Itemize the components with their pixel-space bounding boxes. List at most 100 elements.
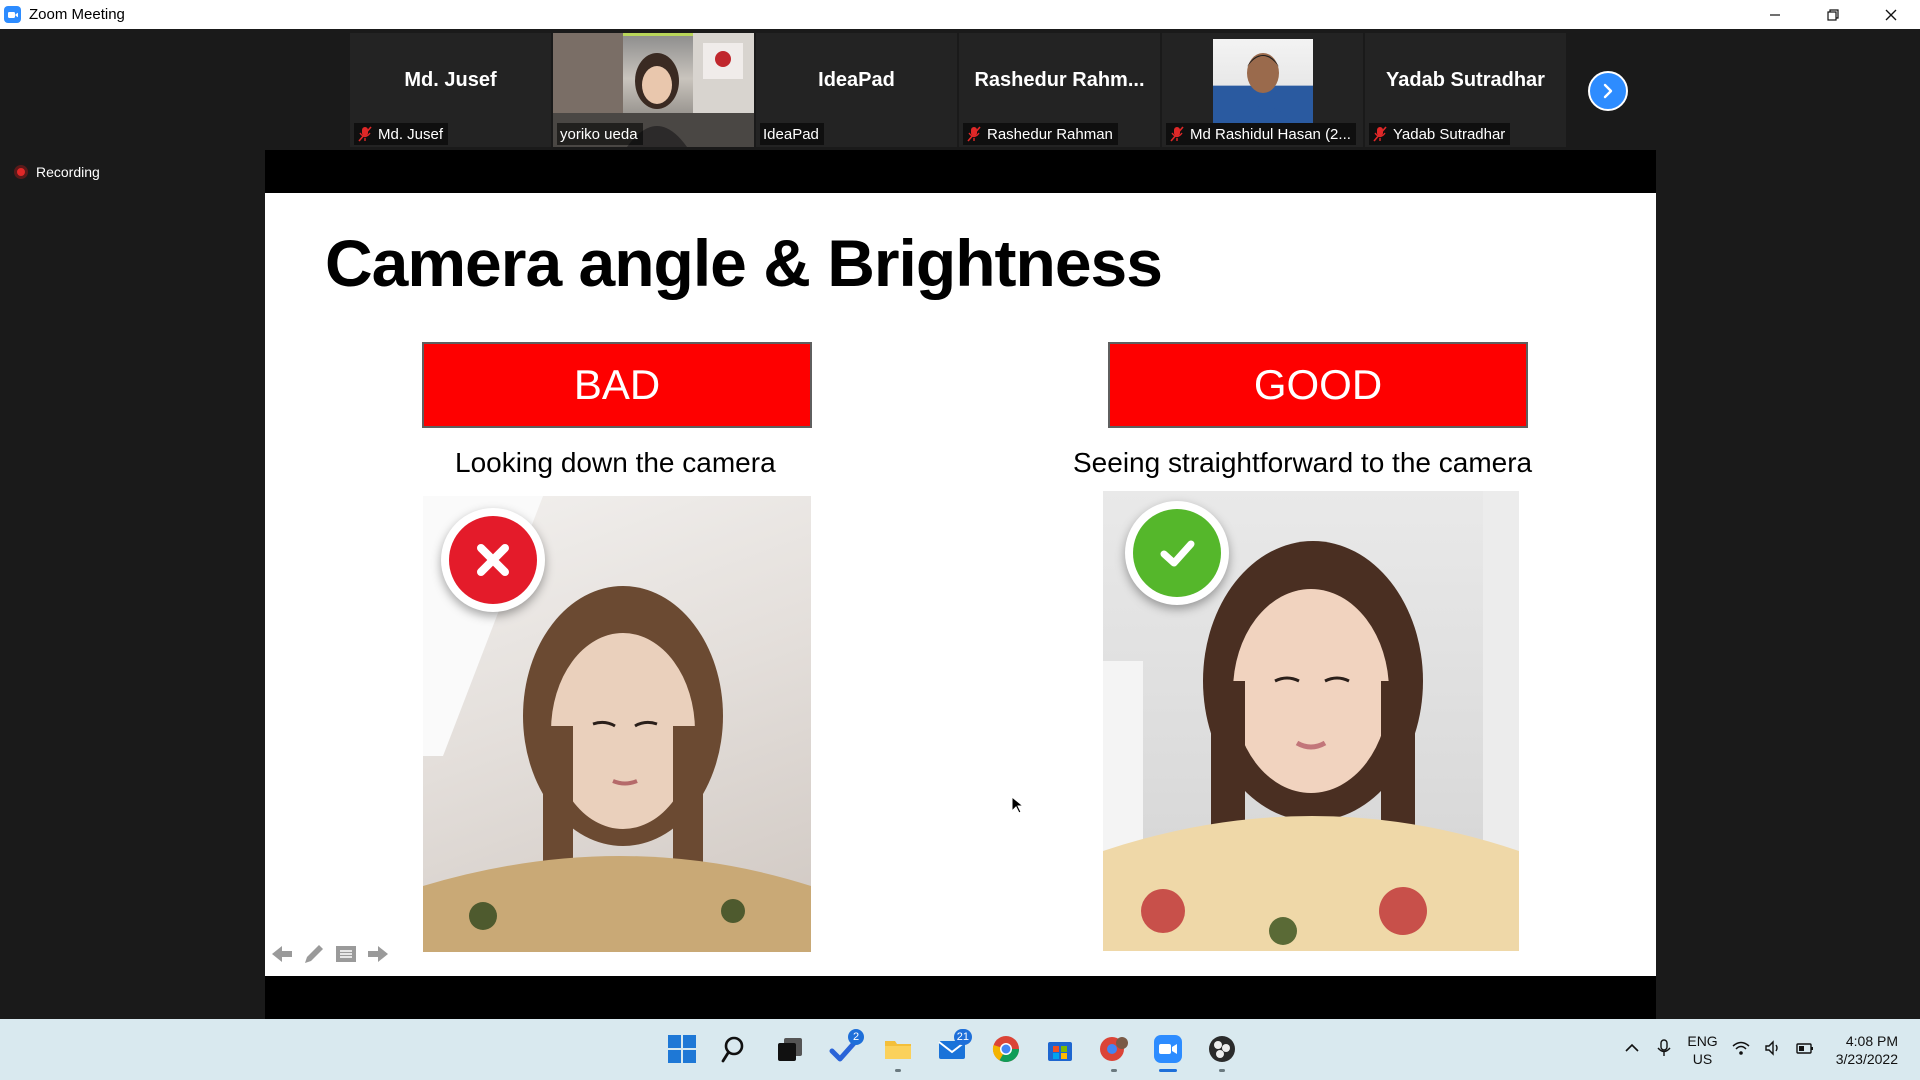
- restore-button[interactable]: [1804, 0, 1862, 29]
- participant-display-name: Yadab Sutradhar: [1386, 69, 1545, 91]
- start-button[interactable]: [662, 1029, 702, 1069]
- title-bar: Zoom Meeting: [0, 0, 1920, 29]
- obs-button[interactable]: [1202, 1029, 1242, 1072]
- clock-time: 4:08 PM: [1845, 1032, 1898, 1049]
- participant-label-text: Rashedur Rahman: [987, 125, 1113, 143]
- participant-tile[interactable]: IdeaPad IdeaPad: [756, 33, 957, 147]
- slideshow-controls: [265, 941, 391, 967]
- good-check-icon: [1125, 501, 1229, 605]
- wifi-icon: [1732, 1041, 1750, 1055]
- mic-muted-icon: [967, 126, 981, 142]
- participant-label-text: Md Rashidul Hasan (2...: [1190, 125, 1351, 143]
- windows-icon: [668, 1035, 696, 1063]
- running-indicator: [1219, 1069, 1225, 1072]
- participant-label-text: Yadab Sutradhar: [1393, 125, 1506, 143]
- taskbar-apps: 2 21: [662, 1029, 1242, 1072]
- participant-strip: Md. Jusef Md. Jusef yoriko ueda IdeaPad …: [350, 33, 1566, 147]
- clock[interactable]: 4:08 PM 3/23/2022: [1836, 1032, 1898, 1068]
- window-title: Zoom Meeting: [29, 6, 125, 23]
- task-view-icon: [778, 1038, 802, 1061]
- chevron-right-icon: [1603, 83, 1613, 99]
- previous-slide-button[interactable]: [269, 941, 295, 967]
- recording-indicator[interactable]: Recording: [14, 164, 100, 180]
- lang-top: ENG: [1687, 1032, 1718, 1049]
- store-icon: [1048, 1042, 1072, 1061]
- minimize-icon: [1770, 13, 1780, 16]
- participant-label-text: yoriko ueda: [560, 125, 638, 143]
- participant-tile-active-speaker[interactable]: yoriko ueda: [553, 33, 754, 147]
- show-hidden-icons-button[interactable]: [1623, 1039, 1641, 1060]
- mic-muted-icon: [1373, 126, 1387, 142]
- good-example-photo: [1103, 491, 1519, 951]
- pen-icon: [305, 945, 323, 963]
- chrome-button[interactable]: [986, 1029, 1026, 1069]
- store-button[interactable]: [1040, 1029, 1080, 1069]
- bad-x-icon: [441, 508, 545, 612]
- zoom-icon: [1154, 1035, 1182, 1063]
- participant-label: IdeaPad: [760, 123, 824, 145]
- participant-label: Md. Jusef: [354, 123, 449, 145]
- chrome-icon: [992, 1036, 1020, 1063]
- close-icon: [1885, 9, 1897, 20]
- meeting-area: Md. Jusef Md. Jusef yoriko ueda IdeaPad …: [0, 29, 1920, 1019]
- running-indicator: [895, 1069, 901, 1072]
- slide-title: Camera angle & Brightness: [325, 226, 1163, 300]
- participant-label-text: IdeaPad: [763, 125, 819, 143]
- taskbar: 2 21 ENG US 4:08 PM 3/23/2022: [0, 1019, 1920, 1080]
- system-tray: ENG US 4:08 PM 3/23/2022: [1623, 1019, 1920, 1080]
- obs-icon: [1209, 1036, 1235, 1062]
- participant-label: yoriko ueda: [557, 123, 643, 145]
- recording-label: Recording: [36, 164, 100, 180]
- participant-display-name: Md. Jusef: [404, 69, 497, 91]
- window-controls: [1746, 0, 1920, 29]
- battery-icon: [1796, 1043, 1813, 1054]
- wifi-button[interactable]: [1732, 1039, 1750, 1060]
- arrow-right-icon: [368, 946, 388, 962]
- participant-label: Yadab Sutradhar: [1369, 123, 1511, 145]
- menu-icon: [336, 946, 356, 962]
- mail-button[interactable]: 21: [932, 1029, 972, 1069]
- mouse-cursor-icon: [1011, 796, 1025, 814]
- recording-dot-icon: [14, 165, 28, 179]
- participant-label: Md Rashidul Hasan (2...: [1166, 123, 1356, 145]
- file-explorer-button[interactable]: [878, 1029, 918, 1072]
- mic-muted-icon: [358, 126, 372, 142]
- input-language-button[interactable]: ENG US: [1687, 1032, 1717, 1068]
- participant-tile[interactable]: Md Rashidul Hasan (2...: [1162, 33, 1363, 147]
- bad-caption: Looking down the camera: [455, 447, 776, 478]
- presentation-slide: Camera angle & Brightness BAD GOOD Looki…: [265, 193, 1656, 976]
- participant-tile[interactable]: Yadab Sutradhar Yadab Sutradhar: [1365, 33, 1566, 147]
- participant-label-text: Md. Jusef: [378, 125, 444, 143]
- minimize-button[interactable]: [1746, 0, 1804, 29]
- arrow-left-icon: [272, 946, 292, 962]
- running-indicator-active: [1159, 1069, 1177, 1072]
- zoom-taskbar-button[interactable]: [1148, 1029, 1188, 1072]
- zoom-app-icon: [4, 6, 21, 23]
- microphone-tray-button[interactable]: [1655, 1039, 1673, 1060]
- next-slide-button[interactable]: [365, 941, 391, 967]
- volume-button[interactable]: [1764, 1039, 1782, 1060]
- microphone-icon: [1657, 1039, 1671, 1056]
- participant-label: Rashedur Rahman: [963, 123, 1118, 145]
- participant-tile[interactable]: Rashedur Rahm... Rashedur Rahman: [959, 33, 1160, 147]
- pen-tool-button[interactable]: [301, 941, 327, 967]
- search-button[interactable]: [716, 1029, 756, 1069]
- next-participants-button[interactable]: [1588, 71, 1628, 111]
- speaker-icon: [1765, 1040, 1778, 1056]
- slide-menu-button[interactable]: [333, 941, 359, 967]
- shared-screen: Camera angle & Brightness BAD GOOD Looki…: [265, 150, 1656, 1019]
- running-indicator: [1111, 1069, 1117, 1072]
- participant-display-name: IdeaPad: [818, 69, 895, 91]
- close-button[interactable]: [1862, 0, 1920, 29]
- avatar: [1212, 39, 1313, 123]
- todo-app-button[interactable]: 2: [824, 1029, 864, 1069]
- battery-button[interactable]: [1796, 1039, 1814, 1060]
- participant-display-name: Rashedur Rahm...: [974, 69, 1145, 91]
- bad-example-photo: [423, 496, 811, 952]
- task-view-button[interactable]: [770, 1029, 810, 1069]
- chrome-profile-button[interactable]: [1094, 1029, 1134, 1072]
- good-verdict-box: GOOD: [1108, 342, 1528, 428]
- restore-icon: [1827, 8, 1839, 21]
- participant-tile[interactable]: Md. Jusef Md. Jusef: [350, 33, 551, 147]
- good-caption: Seeing straightforward to the camera: [1073, 447, 1533, 478]
